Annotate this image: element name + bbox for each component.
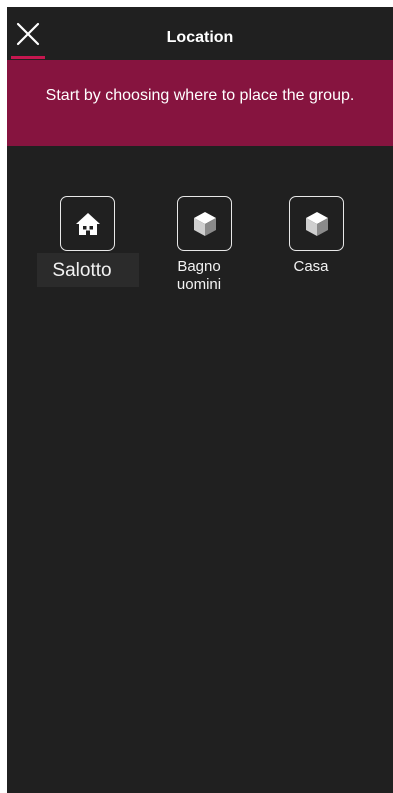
location-icon-box <box>60 196 115 251</box>
close-button-indicator <box>11 56 45 59</box>
instruction-text: Start by choosing where to place the gro… <box>45 87 355 104</box>
page-title: Location <box>166 29 234 46</box>
location-icon-box <box>289 196 344 251</box>
house-icon <box>75 212 100 235</box>
location-label: Bagno uomini <box>176 258 222 293</box>
cube-icon <box>193 211 216 236</box>
instruction-banner: Start by choosing where to place the gro… <box>7 60 393 146</box>
app-screen: Location Start by choosing where to plac… <box>7 7 393 793</box>
top-bar: Location <box>7 7 393 60</box>
location-label: Casa <box>293 258 329 275</box>
location-icon-box <box>177 196 232 251</box>
location-label: Salotto <box>52 260 112 281</box>
cube-icon <box>305 211 328 236</box>
